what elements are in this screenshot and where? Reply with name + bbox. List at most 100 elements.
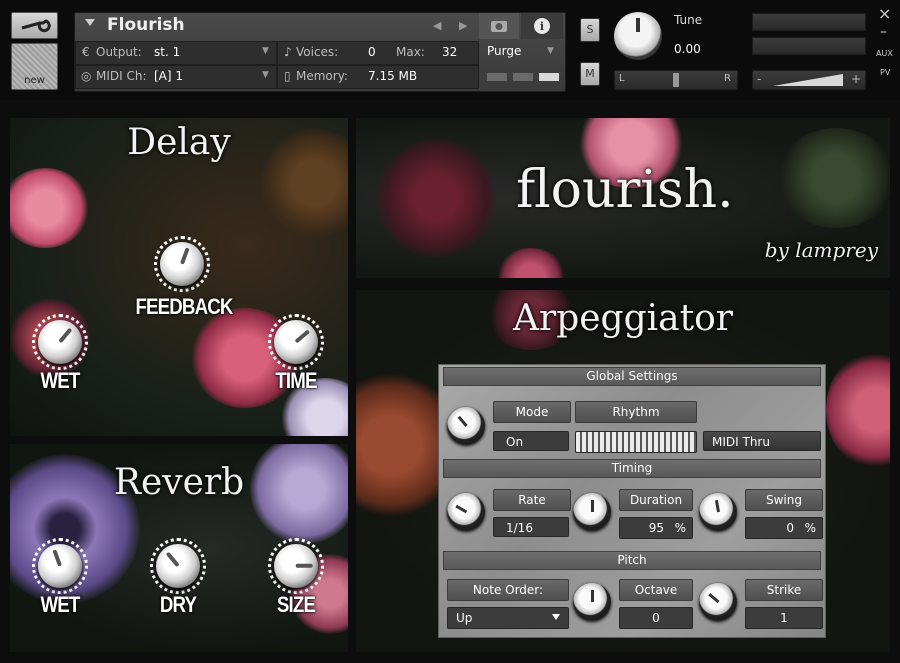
new-label: new	[24, 75, 45, 86]
purge-menu[interactable]: Purge ▼	[479, 41, 563, 63]
svg-text:i: i	[540, 20, 544, 33]
strike-label: Strike	[745, 579, 823, 601]
rate-knob[interactable]	[447, 493, 485, 531]
swing-unit: %	[804, 521, 816, 535]
octave-knob[interactable]	[573, 583, 611, 621]
tune-knob-indicator	[636, 18, 640, 32]
solo-button[interactable]: S	[580, 18, 600, 42]
voices-display: ♪ Voices: 0 Max: 32	[277, 41, 479, 65]
mute-button[interactable]: M	[580, 62, 600, 86]
instrument-header: new Flourish ◀ ▶ i € Output: st. 1 ▼ ♪ V…	[0, 0, 900, 100]
info-icon: i	[534, 18, 550, 34]
octave-label: Octave	[619, 579, 693, 601]
rhythm-label: Rhythm	[575, 401, 697, 423]
pan-left-label: L	[619, 73, 625, 84]
timing-header: Timing	[443, 459, 821, 478]
instrument-name[interactable]: Flourish	[107, 15, 185, 35]
memory-label: Memory:	[296, 69, 348, 83]
max-voices-value[interactable]: 32	[442, 45, 457, 59]
reverb-wet-knob[interactable]	[38, 544, 82, 588]
midi-thru-button[interactable]: MIDI Thru	[703, 431, 821, 451]
reverb-wet-label: WET	[40, 592, 80, 617]
swing-label: Swing	[745, 489, 823, 511]
rhythm-step-pattern[interactable]	[575, 431, 697, 453]
delay-feedback-knob[interactable]	[160, 242, 204, 286]
note-order-dropdown[interactable]: Up	[447, 607, 569, 629]
new-button[interactable]: new	[11, 43, 58, 90]
instrument-info-panel: Flourish ◀ ▶ i € Output: st. 1 ▼ ♪ Voice…	[74, 12, 566, 92]
snapshot-camera-button[interactable]	[479, 13, 519, 39]
purge-indicator-1	[487, 73, 507, 81]
swing-knob[interactable]	[699, 493, 737, 531]
pv-button[interactable]: PV	[880, 68, 890, 77]
output-selector[interactable]: € Output: st. 1 ▼	[75, 41, 277, 65]
swing-field[interactable]: 0 %	[745, 517, 823, 539]
voices-value: 0	[368, 45, 376, 59]
midi-icon: ◎	[81, 69, 92, 83]
midi-chevron-down-icon: ▼	[262, 70, 269, 80]
chevron-down-icon	[552, 614, 560, 620]
midi-label: MIDI Ch:	[96, 69, 147, 83]
pan-handle[interactable]	[673, 73, 679, 87]
volume-ramp-icon	[773, 74, 843, 86]
next-instrument-icon[interactable]: ▶	[459, 19, 467, 32]
purge-indicator-3	[539, 73, 559, 81]
delay-time-knob[interactable]	[274, 320, 318, 364]
memory-display: ▯ Memory: 7.15 MB	[277, 65, 479, 89]
reverb-panel: Reverb WET DRY SIZE	[10, 444, 348, 652]
wrench-button[interactable]	[11, 12, 58, 39]
max-label: Max:	[396, 45, 425, 59]
duration-knob[interactable]	[573, 493, 611, 531]
volume-minus-label: -	[757, 72, 762, 86]
note-order-label: Note Order:	[447, 579, 569, 601]
output-value: st. 1	[154, 45, 181, 59]
purge-label: Purge	[487, 44, 522, 58]
reverb-dry-label: DRY	[159, 592, 197, 617]
title-banner: flourish. by lamprey	[356, 118, 890, 278]
note-order-value: Up	[456, 611, 473, 625]
collapse-arrow-icon[interactable]	[85, 19, 95, 26]
strike-knob[interactable]	[699, 583, 737, 621]
memory-value: 7.15 MB	[368, 69, 418, 83]
level-meter-right	[752, 37, 866, 55]
flower-decoration	[376, 138, 496, 258]
banner-title: flourish.	[516, 160, 734, 220]
prev-instrument-icon[interactable]: ◀	[433, 19, 441, 32]
duration-field[interactable]: 95 %	[619, 517, 693, 539]
aux-button[interactable]: AUX	[876, 49, 893, 58]
delay-wet-knob[interactable]	[38, 320, 82, 364]
arpeggiator-settings-box: Global Settings Mode On Rhythm MIDI Thru…	[438, 364, 826, 638]
mode-knob[interactable]	[447, 407, 485, 445]
arpeggiator-panel: Arpeggiator Global Settings Mode On Rhyt…	[356, 290, 890, 652]
close-icon[interactable]: ×	[878, 4, 891, 23]
reverb-dry-knob[interactable]	[156, 544, 200, 588]
octave-value[interactable]: 0	[619, 607, 693, 629]
rate-label: Rate	[493, 489, 571, 511]
reverb-size-knob[interactable]	[274, 544, 318, 588]
delay-time-label: TIME	[275, 368, 317, 393]
strike-value[interactable]: 1	[745, 607, 823, 629]
memory-icon: ▯	[284, 69, 291, 83]
volume-plus-label: +	[850, 72, 861, 86]
purge-chevron-down-icon: ▼	[547, 46, 554, 56]
flower-decoration	[826, 350, 890, 470]
info-button[interactable]: i	[521, 13, 563, 39]
mode-value[interactable]: On	[493, 431, 569, 451]
duration-label: Duration	[619, 489, 693, 511]
banner-byline: by lamprey	[764, 238, 878, 262]
reverb-title: Reverb	[113, 462, 245, 503]
camera-icon	[491, 21, 507, 32]
pan-slider[interactable]: L R	[614, 70, 738, 90]
minimize-icon[interactable]: –	[880, 24, 887, 40]
delay-panel: Delay FEEDBACK WET TIME	[10, 118, 348, 436]
volume-slider[interactable]: - +	[752, 70, 866, 90]
pan-right-label: R	[724, 73, 731, 84]
voices-icon: ♪	[284, 45, 292, 59]
reverb-size-label: SIZE	[276, 592, 316, 617]
tune-knob[interactable]	[614, 12, 662, 60]
midi-channel-selector[interactable]: ◎ MIDI Ch: [A] 1 ▼	[75, 65, 277, 89]
delay-feedback-label: FEEDBACK	[135, 294, 233, 319]
delay-wet-label: WET	[40, 368, 80, 393]
delay-title: Delay	[127, 122, 231, 163]
rate-value[interactable]: 1/16	[493, 517, 569, 537]
